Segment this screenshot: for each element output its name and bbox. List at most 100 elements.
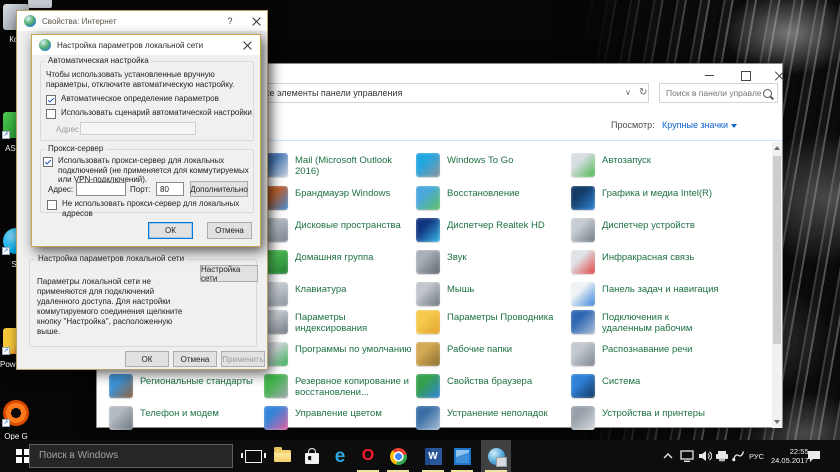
internet-settings-icon: [488, 448, 505, 465]
control-panel-item-icon: [416, 310, 440, 334]
printer-tray-icon[interactable]: [715, 440, 729, 472]
control-panel-item[interactable]: Mail (Microsoft Outlook 2016): [264, 153, 414, 177]
control-panel-item-label: Устройства и принтеры: [602, 406, 720, 419]
checkbox-icon[interactable]: [46, 109, 56, 119]
control-panel-item[interactable]: Диспетчер устройств: [571, 218, 721, 242]
control-panel-item[interactable]: Графика и медиа Intel(R): [571, 186, 721, 210]
control-panel-item[interactable]: Автозапуск: [571, 153, 721, 177]
notification-icon: [806, 449, 822, 463]
lan-settings-button[interactable]: Настройка сети: [200, 265, 258, 282]
control-panel-item[interactable]: Устройства и принтеры: [571, 406, 721, 430]
close-button[interactable]: [243, 11, 269, 31]
control-panel-item[interactable]: Дисковые пространства: [264, 218, 414, 242]
taskbar: Поиск в Windows e O W РУС 22:55: [0, 440, 840, 472]
file-explorer-button[interactable]: [268, 440, 296, 472]
proxy-address-input[interactable]: [76, 182, 126, 196]
control-panel-item[interactable]: Свойства браузера: [416, 374, 566, 398]
control-panel-item[interactable]: Система: [571, 374, 721, 398]
chrome-button[interactable]: [384, 440, 412, 472]
shortcut-arrow-icon: ➚: [2, 347, 10, 355]
use-script-checkbox-row[interactable]: Использовать сценарий автоматической нас…: [46, 109, 252, 119]
ok-button[interactable]: ОК: [148, 222, 193, 239]
checkbox-icon[interactable]: [43, 157, 53, 167]
control-panel-item-icon: [571, 153, 595, 177]
volume-tray-icon[interactable]: [698, 440, 712, 472]
control-panel-item[interactable]: Восстановление: [416, 186, 566, 210]
maximize-button[interactable]: [731, 68, 761, 83]
control-panel-item[interactable]: Панель задач и навигация: [571, 282, 721, 306]
checkbox-label: Не использовать прокси-сервер для локаль…: [62, 199, 260, 219]
pen-tray-icon[interactable]: [731, 440, 745, 472]
control-panel-item[interactable]: Телефон и модем: [109, 406, 259, 430]
control-panel-item-label: Управление цветом: [295, 406, 413, 419]
control-panel-item[interactable]: Инфракрасная связь: [571, 250, 721, 274]
scrollbar-thumb[interactable]: [773, 156, 781, 344]
store-button[interactable]: [298, 440, 326, 472]
control-panel-item-label: Распознавание речи: [602, 342, 720, 355]
scroll-down-icon[interactable]: [774, 420, 780, 424]
tray-chevron-button[interactable]: [662, 440, 674, 472]
proxy-port-input[interactable]: [156, 182, 184, 196]
desktop-icon-fragment[interactable]: [28, 0, 52, 8]
refresh-icon[interactable]: ↻: [639, 87, 647, 98]
control-panel-item[interactable]: Мышь: [416, 282, 566, 306]
photos-app-button[interactable]: [448, 440, 476, 472]
close-icon: [252, 17, 261, 26]
taskbar-search-input[interactable]: Поиск в Windows: [29, 444, 233, 468]
action-center-button[interactable]: [806, 440, 822, 472]
word-button[interactable]: W: [419, 440, 447, 472]
advanced-button[interactable]: Дополнительно: [190, 181, 248, 197]
control-panel-item[interactable]: Windows To Go: [416, 153, 566, 177]
control-panel-item[interactable]: Параметры индексирования: [264, 310, 414, 334]
edge-button[interactable]: e: [326, 440, 354, 472]
control-panel-item-label: Инфракрасная связь: [602, 250, 720, 263]
network-tray-icon[interactable]: [680, 440, 694, 472]
address-dropdown-icon[interactable]: ∨: [625, 88, 631, 97]
dialog-title-bar[interactable]: Настройка параметров локальной сети: [32, 35, 260, 55]
control-panel-item[interactable]: Рабочие папки: [416, 342, 566, 366]
cancel-button[interactable]: Отмена: [173, 351, 217, 367]
dialog-title-bar[interactable]: Свойства: Интернет ?: [17, 11, 267, 31]
close-button[interactable]: [234, 35, 260, 55]
minimize-button[interactable]: [694, 68, 724, 83]
control-panel-item[interactable]: Клавиатура: [264, 282, 414, 306]
clock[interactable]: 22:5524.05.2017: [771, 440, 809, 472]
internet-properties-taskbar-button[interactable]: [481, 440, 511, 472]
control-panel-item[interactable]: Брандмауэр Windows: [264, 186, 414, 210]
checkbox-icon[interactable]: [46, 95, 56, 105]
apply-button[interactable]: Применить: [221, 351, 265, 367]
control-panel-item[interactable]: Подключения к удаленным рабочим: [571, 310, 721, 334]
control-panel-item[interactable]: Домашняя группа: [264, 250, 414, 274]
view-mode-link[interactable]: Крупные значки: [662, 120, 737, 130]
opera-button[interactable]: O: [354, 440, 382, 472]
control-panel-item[interactable]: Управление цветом: [264, 406, 414, 430]
address-bar[interactable]: [247, 83, 649, 103]
task-view-button[interactable]: [239, 440, 267, 472]
scroll-up-icon[interactable]: [774, 146, 780, 150]
scrollbar[interactable]: [772, 142, 782, 428]
control-panel-item-label: Автозапуск: [602, 153, 720, 166]
control-panel-item[interactable]: Региональные стандарты: [109, 374, 259, 398]
control-panel-item[interactable]: Программы по умолчанию: [264, 342, 414, 366]
control-panel-item[interactable]: Параметры Проводника: [416, 310, 566, 334]
control-panel-item[interactable]: Распознавание речи: [571, 342, 721, 366]
bypass-proxy-checkbox-row[interactable]: Не использовать прокси-сервер для локаль…: [47, 200, 260, 219]
ok-button[interactable]: ОК: [125, 351, 169, 367]
auto-detect-checkbox-row[interactable]: Автоматическое определение параметров: [46, 95, 219, 105]
control-panel-item[interactable]: Устранение неполадок: [416, 406, 566, 430]
cancel-button[interactable]: Отмена: [207, 222, 252, 239]
checkbox-icon[interactable]: [47, 200, 57, 210]
help-button[interactable]: ?: [217, 11, 243, 31]
close-button[interactable]: [765, 68, 795, 83]
control-panel-item[interactable]: Звук: [416, 250, 566, 274]
desktop-icon-opera[interactable]: ➚: [3, 400, 29, 426]
control-panel-item[interactable]: Резервное копирование и восстановлени...: [264, 374, 414, 398]
control-panel-search-input[interactable]: [659, 83, 778, 103]
lan-group-description: Параметры локальной сети не применяются …: [37, 277, 195, 337]
script-address-input[interactable]: [80, 122, 196, 135]
control-panel-item-label: Программы по умолчанию: [295, 342, 413, 355]
control-panel-item[interactable]: Диспетчер Realtek HD: [416, 218, 566, 242]
control-panel-item-icon: [416, 342, 440, 366]
search-icon: [763, 89, 772, 98]
language-indicator[interactable]: РУС: [749, 440, 764, 472]
